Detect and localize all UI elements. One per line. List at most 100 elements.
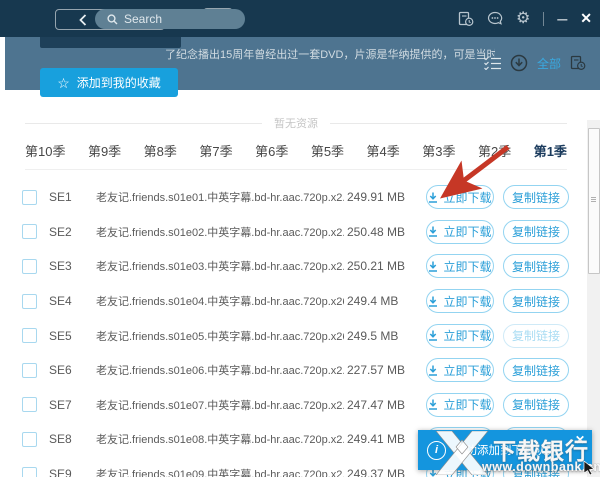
titlebar-divider	[543, 11, 545, 26]
add-to-favorites-button[interactable]: ☆ 添加到我的收藏	[40, 68, 178, 97]
download-history-button[interactable]	[458, 11, 474, 27]
season-tab[interactable]: 第5季	[311, 141, 344, 160]
divider-line	[25, 122, 262, 124]
season-tab[interactable]: 第1季	[534, 141, 567, 160]
row-checkbox[interactable]	[22, 189, 37, 205]
episode-id: SE4	[49, 294, 72, 309]
episode-filename: 老友记.friends.s01e09.中英字幕.bd-hr.aac.720p.x…	[96, 469, 344, 477]
season-tab[interactable]: 第8季	[144, 141, 177, 160]
episode-filename: 老友记.friends.s01e02.中英字幕.bd-hr.aac.720p.x…	[96, 226, 344, 239]
row-checkbox[interactable]	[22, 466, 37, 477]
episode-row: SE2 老友记.friends.s01e02.中英字幕.bd-hr.aac.72…	[0, 215, 587, 250]
download-now-button[interactable]: 立即下载	[426, 358, 494, 383]
add-to-favorites-label: 添加到我的收藏	[76, 76, 161, 90]
search-input[interactable]: Search	[95, 9, 245, 29]
download-all-button[interactable]	[510, 54, 528, 72]
close-icon: ✕	[574, 433, 585, 447]
episode-size: 227.57 MB	[347, 363, 406, 378]
row-checkbox[interactable]	[22, 397, 37, 413]
download-now-button[interactable]: 立即下载	[426, 219, 494, 244]
row-checkbox[interactable]	[22, 362, 37, 378]
divider-line	[330, 122, 567, 124]
season-tab[interactable]: 第10季	[25, 141, 65, 160]
search-placeholder: Search	[124, 12, 163, 26]
download-now-label: 立即下载	[443, 294, 492, 309]
download-now-button[interactable]: 立即下载	[426, 185, 494, 210]
chevron-left-icon	[78, 13, 86, 26]
episode-filename: 老友记.friends.s01e08.中英字幕.bd-hr.aac.720p.x…	[96, 434, 344, 447]
download-now-button[interactable]: 立即下载	[426, 289, 494, 314]
copy-link-button[interactable]: 复制链接	[503, 392, 569, 417]
info-icon: i	[427, 440, 446, 460]
copy-link-label: 复制链接	[511, 294, 560, 309]
empty-resource-label: 暂无资源	[274, 118, 318, 130]
minimize-icon: ─	[557, 10, 568, 27]
toast-close-button[interactable]: ✕	[573, 431, 587, 449]
copy-link-button[interactable]: 复制链接	[503, 185, 569, 210]
episode-size: 247.47 MB	[347, 397, 406, 412]
episode-size: 249.91 MB	[347, 190, 406, 205]
file-clock-icon	[570, 55, 586, 71]
season-tabs: 第10季 第9季 第8季 第7季 第6季 第5季 第4季 第3季 第2季 第1季	[25, 141, 567, 160]
download-now-label: 立即下载	[443, 225, 492, 240]
episode-size: 249.5 MB	[347, 328, 399, 343]
scrollbar-track[interactable]	[587, 120, 600, 477]
row-checkbox[interactable]	[22, 258, 37, 274]
download-now-button[interactable]: 立即下载	[426, 254, 494, 279]
season-tab[interactable]: 第9季	[88, 141, 121, 160]
download-now-button[interactable]: 立即下载	[426, 323, 494, 348]
episode-filename: 老友记.friends.s01e03.中英字幕.bd-hr.aac.720p.x…	[96, 261, 344, 274]
download-now-button[interactable]: 立即下载	[426, 392, 494, 417]
copy-link-button[interactable]: 复制链接	[503, 323, 569, 348]
copy-link-button[interactable]: 复制链接	[503, 358, 569, 383]
season-tab[interactable]: 第2季	[478, 141, 511, 160]
feedback-button[interactable]	[487, 11, 503, 26]
episode-id: SE1	[49, 190, 72, 205]
episode-id: SE5	[49, 328, 72, 343]
settings-button[interactable]: ⚙	[516, 10, 530, 27]
download-now-label: 立即下载	[443, 259, 492, 274]
copy-link-label: 复制链接	[511, 329, 560, 344]
download-icon	[429, 226, 438, 238]
search-icon	[107, 13, 118, 24]
toast-message: 成功添加到下载队列	[454, 445, 558, 457]
copy-link-button[interactable]: 复制链接	[503, 219, 569, 244]
history-button[interactable]	[570, 55, 586, 71]
copy-link-label: 复制链接	[511, 190, 560, 205]
episode-id: SE9	[49, 467, 72, 477]
episode-list-button[interactable]	[484, 56, 501, 70]
season-tab[interactable]: 第3季	[422, 141, 455, 160]
download-icon	[429, 261, 438, 272]
episode-filename: 老友记.friends.s01e06.中英字幕.bd-hr.aac.720p.x…	[96, 365, 344, 378]
copy-link-button[interactable]: 复制链接	[503, 254, 569, 279]
download-icon	[429, 296, 438, 307]
row-checkbox[interactable]	[22, 328, 37, 344]
episode-filename: 老友记.friends.s01e04.中英字幕.bd-hr.aac.720p.x…	[96, 296, 344, 309]
season-tab[interactable]: 第4季	[367, 141, 400, 160]
band-actions: 全部	[484, 54, 586, 72]
episode-row: SE4 老友记.friends.s01e04.中英字幕.bd-hr.aac.72…	[0, 284, 587, 319]
file-clock-icon	[458, 11, 474, 26]
copy-link-label: 复制链接	[511, 398, 560, 413]
tabs-underline	[25, 169, 567, 170]
download-now-label: 立即下载	[443, 363, 492, 378]
empty-resource-divider: 暂无资源	[25, 115, 567, 131]
episode-id: SE7	[49, 397, 72, 412]
minimize-button[interactable]: ─	[557, 11, 567, 27]
copy-link-label: 复制链接	[511, 225, 560, 240]
row-checkbox[interactable]	[22, 431, 37, 447]
checklist-icon	[484, 56, 501, 70]
scrollbar-thumb[interactable]	[588, 128, 600, 274]
download-icon	[429, 365, 438, 376]
row-checkbox[interactable]	[22, 224, 37, 240]
row-checkbox[interactable]	[22, 293, 37, 309]
copy-link-button[interactable]: 复制链接	[503, 289, 569, 314]
season-tab[interactable]: 第6季	[255, 141, 288, 160]
scrollbar-grip	[591, 197, 596, 203]
episode-size: 249.4 MB	[347, 294, 399, 309]
season-tab[interactable]: 第7季	[199, 141, 232, 160]
episode-size: 250.21 MB	[347, 259, 406, 274]
copy-link-label: 复制链接	[511, 259, 560, 274]
close-button[interactable]: ✕	[580, 10, 592, 27]
expand-all-link[interactable]: 全部	[537, 55, 561, 72]
